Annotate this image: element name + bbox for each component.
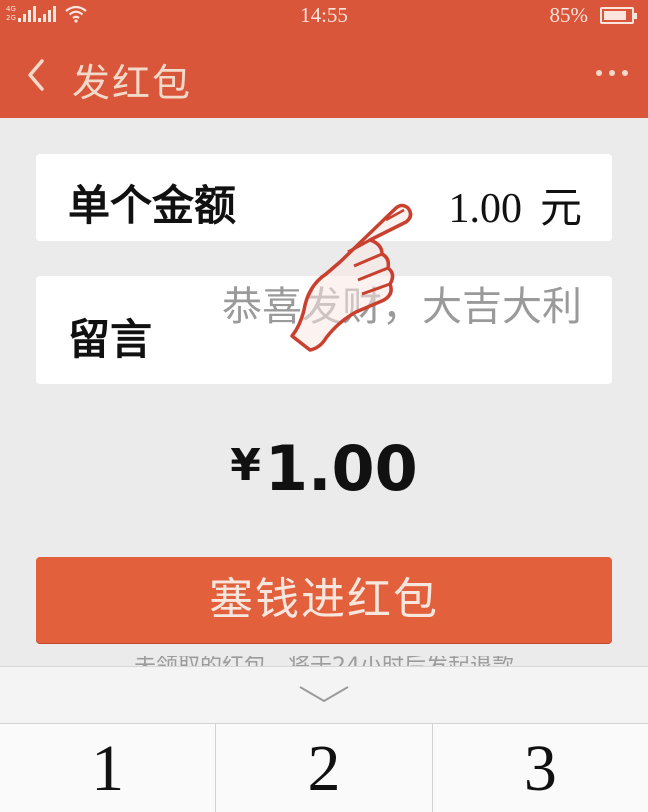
message-label: 留言 bbox=[68, 315, 153, 364]
currency-symbol: ¥ bbox=[230, 440, 261, 491]
key-3[interactable]: 3 bbox=[432, 724, 648, 812]
key-2[interactable]: 2 bbox=[216, 724, 433, 812]
amount-card[interactable]: 单个金额 1.00 元 bbox=[36, 154, 612, 241]
battery-icon bbox=[600, 7, 637, 24]
message-card: 留言 恭喜发财，大吉大利 bbox=[36, 276, 612, 384]
numeric-keypad: 1 2 3 bbox=[0, 666, 648, 812]
total-value: 1.00 bbox=[264, 432, 418, 505]
amount-label: 单个金额 bbox=[68, 181, 237, 230]
title-bar: 发红包 bbox=[0, 40, 648, 110]
top-bar: 4G 2G 14:55 85% 发红包 bbox=[0, 0, 648, 118]
total-amount: ¥1.00 bbox=[0, 432, 648, 505]
key-1[interactable]: 1 bbox=[0, 724, 217, 812]
more-icon[interactable] bbox=[596, 70, 628, 76]
back-icon[interactable] bbox=[22, 57, 50, 93]
collapse-icon[interactable] bbox=[298, 683, 350, 705]
amount-number: 1.00 bbox=[448, 186, 522, 232]
status-bar: 4G 2G 14:55 85% bbox=[0, 0, 648, 32]
submit-button[interactable]: 塞钱进红包 bbox=[36, 557, 612, 643]
battery-fill bbox=[604, 11, 627, 20]
page-title: 发红包 bbox=[72, 61, 193, 105]
status-right: 85% bbox=[549, 3, 637, 28]
message-input[interactable]: 恭喜发财，大吉大利 bbox=[206, 282, 582, 332]
keypad-row: 1 2 3 bbox=[0, 723, 648, 812]
amount-value[interactable]: 1.00 元 bbox=[448, 174, 582, 235]
battery-percent: 85% bbox=[549, 3, 589, 27]
amount-unit: 元 bbox=[539, 183, 582, 232]
